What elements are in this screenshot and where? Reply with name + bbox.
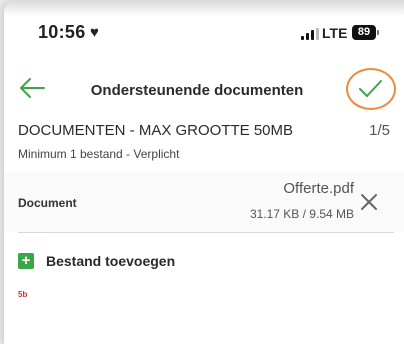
annotation-tag: 5b [18, 290, 28, 299]
document-row: Document Offerte.pdf 31.17 KB / 9.54 MB [4, 172, 404, 232]
status-bar: 10:56 ♥ LTE 89 [4, 22, 404, 46]
signal-icon [301, 28, 319, 40]
arrow-left-icon[interactable] [18, 76, 46, 100]
page-title: Ondersteunende documenten [90, 82, 304, 99]
add-file-label: Bestand toevoegen [46, 253, 176, 269]
file-size: 31.17 KB / 9.54 MB [249, 207, 354, 221]
requirement-hint: Minimum 1 bestand - Verplicht [18, 147, 180, 161]
battery-tip [377, 30, 379, 35]
plus-square-icon: + [18, 253, 34, 269]
row-divider [18, 232, 394, 233]
close-icon[interactable] [360, 193, 378, 211]
add-file-button[interactable]: + Bestand toevoegen [18, 250, 175, 272]
top-shadow [4, 0, 404, 16]
heart-icon: ♥ [90, 24, 99, 41]
document-counter: 1/5 [369, 122, 390, 139]
file-name[interactable]: Offerte.pdf [283, 180, 354, 197]
network-type: LTE [322, 25, 348, 41]
battery-icon: 89 [352, 25, 376, 40]
navigation-header: Ondersteunende documenten [4, 68, 404, 110]
phone-screen: 10:56 ♥ LTE 89 Ondersteunende documenten… [4, 0, 404, 344]
document-label: Document [18, 196, 77, 210]
section-title: DOCUMENTEN - MAX GROOTTE 50MB [18, 122, 294, 139]
status-time: 10:56 [38, 22, 86, 42]
check-icon[interactable] [352, 72, 388, 104]
